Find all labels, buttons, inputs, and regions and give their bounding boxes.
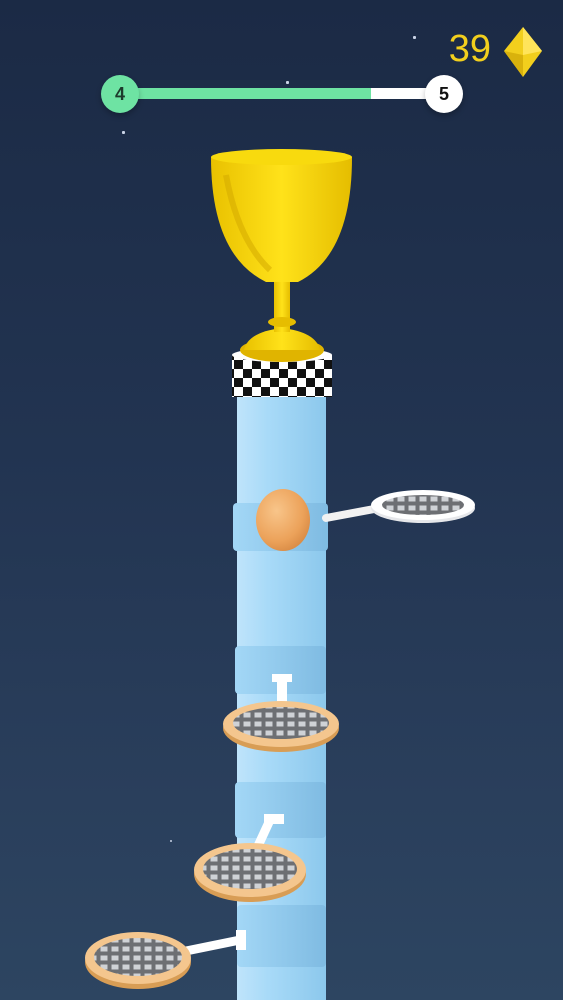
next-level-badge: 5: [425, 75, 463, 113]
racket-platform: [322, 490, 475, 523]
level-progress-fill: [136, 88, 372, 99]
player-ball: [256, 489, 310, 551]
trophy-icon: [211, 149, 352, 362]
tower-ring: [235, 782, 326, 838]
racket-platform: [85, 930, 246, 989]
current-level-badge: 4: [101, 75, 139, 113]
gem-count: 39: [448, 28, 491, 70]
game-scene[interactable]: 4 5 39: [0, 0, 563, 1000]
level-progress-bar: [136, 88, 430, 99]
game-world: [85, 149, 475, 1000]
gem-icon: [504, 27, 542, 77]
tower-ring: [237, 905, 326, 967]
